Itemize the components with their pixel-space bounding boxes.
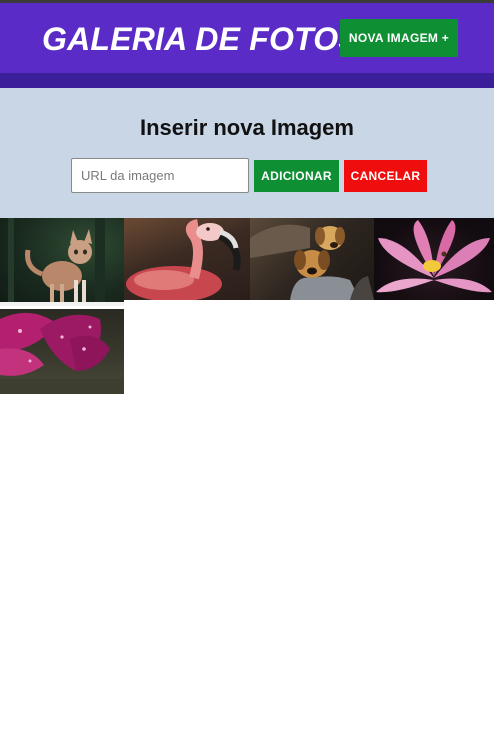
header-shadow-bar [0,73,494,88]
cat-photo [0,218,124,306]
page-title: GALERIA DE FOTOS [42,21,360,57]
gallery-image-cat[interactable] [0,218,124,306]
gallery-image-lotus-flower[interactable] [374,218,494,300]
add-button[interactable]: ADICIONAR [254,160,339,192]
cancel-button[interactable]: CANCELAR [344,160,427,192]
add-image-panel: Inserir nova Imagem ADICIONAR CANCELAR [0,88,494,218]
gallery-image-flamingo[interactable] [124,218,250,300]
gallery-image-puppies[interactable] [250,218,374,300]
gallery-image-purple-petals[interactable] [0,309,124,394]
flamingo-photo [126,219,241,300]
lotus-photo [376,220,492,293]
new-image-button[interactable]: NOVA IMAGEM + [340,19,458,57]
petals-photo [0,312,124,394]
app-header: GALERIA DE FOTOS NOVA IMAGEM + [0,3,494,73]
puppies-photo [250,224,374,300]
add-image-title: Inserir nova Imagem [140,115,354,140]
image-url-input[interactable] [71,158,249,193]
